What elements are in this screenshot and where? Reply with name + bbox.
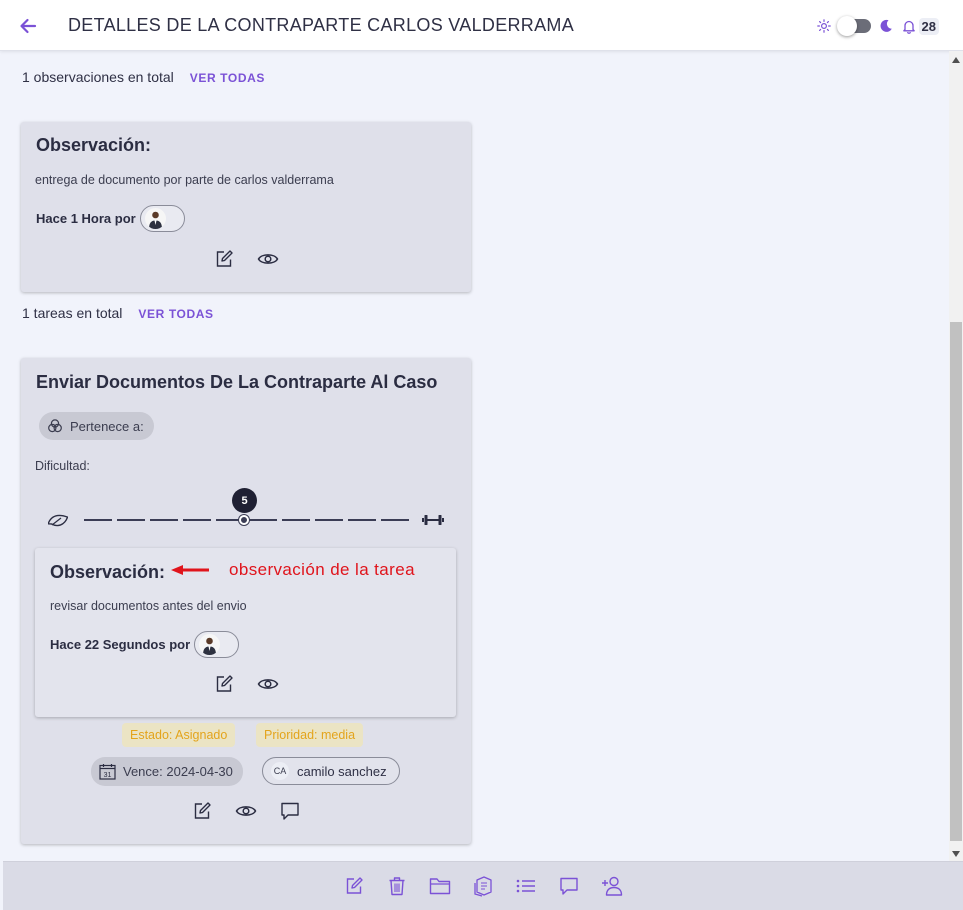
priority-badge: Prioridad: media xyxy=(256,723,364,747)
slider-thumb[interactable] xyxy=(239,515,249,525)
task-observation-text: revisar documentos antes del envio xyxy=(50,599,247,613)
task-actions xyxy=(191,800,301,822)
scroll-down-icon[interactable] xyxy=(952,851,960,857)
calendar-day: 31 xyxy=(104,772,112,779)
add-user-icon xyxy=(601,876,623,896)
view-observation-button[interactable] xyxy=(257,248,279,270)
bottom-action-bar xyxy=(3,861,963,910)
comment-task-button[interactable] xyxy=(279,800,301,822)
bell-icon xyxy=(901,18,917,34)
observations-count-line: 1 observaciones en total VER TODAS xyxy=(22,69,265,85)
leaf-icon xyxy=(48,511,68,529)
edit-observation-button[interactable] xyxy=(213,248,235,270)
edit-icon xyxy=(214,249,234,269)
due-date-label: Vence: 2024-04-30 xyxy=(123,764,233,779)
difficulty-label: Dificultad: xyxy=(35,459,90,473)
assignee-initials: CA xyxy=(271,762,289,780)
observation-card-actions xyxy=(213,248,279,270)
belongs-to-label: Pertenece a: xyxy=(70,418,144,434)
view-task-observation-button[interactable] xyxy=(257,673,279,695)
chat-icon xyxy=(559,876,579,896)
back-button[interactable] xyxy=(14,12,42,40)
edit-icon xyxy=(344,876,364,896)
back-arrow-icon xyxy=(18,16,38,36)
edit-task-button[interactable] xyxy=(191,800,213,822)
edit-icon xyxy=(214,674,234,694)
list-button[interactable] xyxy=(515,875,537,897)
author-avatar-chip[interactable] xyxy=(194,631,240,658)
chat-button[interactable] xyxy=(558,875,580,897)
view-task-button[interactable] xyxy=(235,800,257,822)
folder-icon xyxy=(429,877,451,895)
circles-icon xyxy=(47,418,63,434)
calendar-icon: 31 xyxy=(99,763,116,780)
copy-files-icon xyxy=(473,875,493,897)
eye-icon xyxy=(257,676,279,692)
task-title: Enviar Documentos De La Contraparte Al C… xyxy=(36,372,438,392)
observation-card: Observación: entrega de documento por pa… xyxy=(21,122,471,292)
eye-icon xyxy=(257,251,279,267)
avatar xyxy=(199,634,221,655)
tasks-count: 1 tareas en total xyxy=(22,305,123,321)
notifications-button[interactable]: 28 xyxy=(901,17,939,35)
observation-card-time: Hace 1 Hora por xyxy=(36,211,136,226)
sun-icon xyxy=(816,19,831,33)
moon-icon xyxy=(879,19,893,33)
difficulty-slider[interactable]: 5 xyxy=(48,488,448,533)
slider-value-label: 5 xyxy=(232,488,257,513)
observation-card-text: entrega de documento por parte de carlos… xyxy=(35,173,334,187)
add-user-button[interactable] xyxy=(601,875,623,897)
assignee-name: camilo sanchez xyxy=(297,763,387,779)
comment-icon xyxy=(280,801,300,821)
due-date-chip[interactable]: 31 Vence: 2024-04-30 xyxy=(91,757,243,786)
tasks-count-line: 1 tareas en total VER TODAS xyxy=(22,305,214,321)
task-observation-author-line: Hace 22 Segundos por xyxy=(50,631,240,658)
theme-toggle[interactable] xyxy=(836,16,871,36)
header-actions: 28 xyxy=(816,14,939,38)
avatar xyxy=(144,208,166,229)
scrollbar-thumb[interactable] xyxy=(950,322,962,841)
edit-icon xyxy=(192,801,212,821)
vertical-scrollbar[interactable] xyxy=(949,51,963,861)
red-arrow-icon xyxy=(169,563,211,577)
assignee-chip[interactable]: CA camilo sanchez xyxy=(262,757,400,785)
eye-icon xyxy=(235,803,257,819)
edit-task-observation-button[interactable] xyxy=(213,673,235,695)
status-badge: Estado: Asignado xyxy=(122,723,236,747)
author-avatar-chip[interactable] xyxy=(139,205,185,232)
observations-view-all-button[interactable]: VER TODAS xyxy=(190,71,265,85)
documents-button[interactable] xyxy=(472,875,494,897)
delete-button[interactable] xyxy=(386,875,408,897)
task-observation-actions xyxy=(213,673,279,695)
observation-card-author-line: Hace 1 Hora por xyxy=(36,205,185,232)
red-annotation: observación de la tarea xyxy=(169,560,415,580)
list-icon xyxy=(516,878,536,894)
scroll-up-icon[interactable] xyxy=(952,57,960,63)
top-app-bar: DETALLES DE LA CONTRAPARTE CARLOS VALDER… xyxy=(0,0,963,51)
dumbbell-icon xyxy=(421,513,445,527)
tasks-view-all-button[interactable]: VER TODAS xyxy=(138,307,213,321)
page-title: DETALLES DE LA CONTRAPARTE CARLOS VALDER… xyxy=(68,15,575,35)
edit-button[interactable] xyxy=(343,875,365,897)
notification-count: 28 xyxy=(918,17,939,35)
belongs-to-chip[interactable]: Pertenece a: xyxy=(39,412,154,440)
task-observation-time: Hace 22 Segundos por xyxy=(50,637,191,652)
annotation-text: observación de la tarea xyxy=(229,560,415,579)
task-observation-title: Observación: xyxy=(50,562,166,582)
observation-card-title: Observación: xyxy=(36,135,152,155)
trash-icon xyxy=(388,876,406,896)
folder-button[interactable] xyxy=(429,875,451,897)
observations-count: 1 observaciones en total xyxy=(22,69,174,85)
